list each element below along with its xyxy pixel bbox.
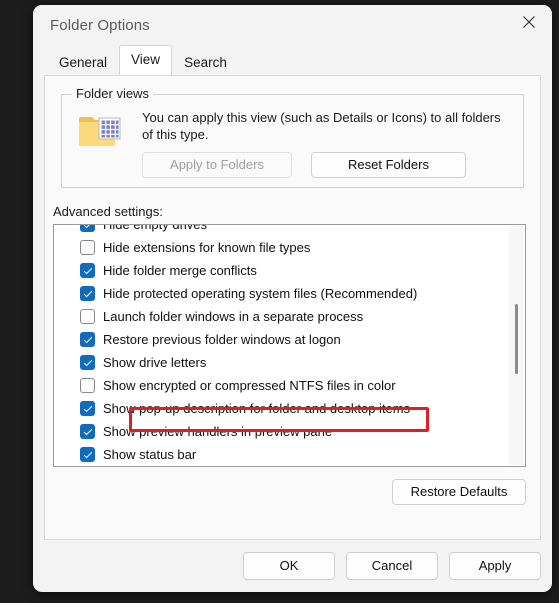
folder-views-legend: Folder views: [72, 86, 153, 101]
list-item-label: Show status bar: [103, 447, 197, 462]
list-item-label: Show encrypted or compressed NTFS files …: [103, 378, 396, 393]
ok-button[interactable]: OK: [243, 552, 335, 580]
tab-view[interactable]: View: [119, 45, 173, 75]
folder-views-description: You can apply this view (such as Details…: [142, 110, 501, 142]
checkbox-checked-icon[interactable]: [80, 286, 95, 301]
checkbox-checked-icon[interactable]: [80, 401, 95, 416]
close-icon[interactable]: [506, 5, 552, 38]
checkbox-checked-icon[interactable]: [80, 447, 95, 462]
folder-views-buttons: Apply to Folders Reset Folders: [142, 152, 511, 178]
list-item[interactable]: Hide extensions for known file types: [54, 236, 525, 259]
footer-buttons: OK Cancel Apply: [243, 552, 541, 580]
advanced-settings-list[interactable]: Hide empty drives Hide extensions for kn…: [53, 224, 526, 467]
list-item[interactable]: Show status bar: [54, 443, 525, 466]
list-item[interactable]: Hide protected operating system files (R…: [54, 282, 525, 305]
advanced-settings-label: Advanced settings:: [53, 204, 163, 219]
list-item[interactable]: Show pop-up description for folder and d…: [54, 397, 525, 420]
folder-views-group: Folder views You can apply this view (su…: [61, 86, 524, 188]
list-item[interactable]: Hide empty drives: [54, 224, 525, 236]
list-item[interactable]: Show encrypted or compressed NTFS files …: [54, 374, 525, 397]
checkbox-checked-icon[interactable]: [80, 263, 95, 278]
title-bar: Folder Options: [33, 5, 552, 49]
restore-defaults-button[interactable]: Restore Defaults: [392, 479, 526, 505]
checkbox-unchecked-icon[interactable]: [80, 240, 95, 255]
folder-with-views-icon: [77, 113, 123, 151]
list-item-label: Show drive letters: [103, 355, 207, 370]
apply-button[interactable]: Apply: [449, 552, 541, 580]
tab-general[interactable]: General: [47, 50, 119, 76]
list-item-label: Hide extensions for known file types: [103, 240, 311, 255]
list-item-label: Show pop-up description for folder and d…: [103, 401, 411, 416]
apply-to-folders-button[interactable]: Apply to Folders: [142, 152, 292, 178]
list-item[interactable]: Show sync provider notifications: [54, 466, 525, 467]
advanced-settings-list-inner: Hide empty drives Hide extensions for kn…: [54, 224, 525, 467]
list-item[interactable]: Show drive letters: [54, 351, 525, 374]
list-item[interactable]: Launch folder windows in a separate proc…: [54, 305, 525, 328]
tab-strip: General View Search: [33, 45, 552, 76]
list-item-label: Launch folder windows in a separate proc…: [103, 309, 364, 324]
checkbox-checked-icon[interactable]: [80, 355, 95, 370]
list-item-label: Show preview handlers in preview pane: [103, 424, 333, 439]
checkbox-unchecked-icon[interactable]: [80, 378, 95, 393]
folder-options-dialog: Folder Options General View Search Folde…: [33, 5, 552, 592]
dialog-footer: OK Cancel Apply: [33, 540, 552, 592]
checkbox-checked-icon[interactable]: [80, 332, 95, 347]
view-tab-panel: Folder views You can apply this view (su…: [44, 75, 541, 540]
list-item-restore-previous-folder-windows[interactable]: Restore previous folder windows at logon: [54, 328, 525, 351]
reset-folders-button[interactable]: Reset Folders: [311, 152, 466, 178]
window-title: Folder Options: [50, 17, 150, 34]
tab-search[interactable]: Search: [172, 50, 239, 76]
list-item-label: Restore previous folder windows at logon: [103, 332, 341, 347]
list-item-label: Hide empty drives: [103, 224, 208, 232]
checkbox-checked-icon[interactable]: [80, 424, 95, 439]
list-item[interactable]: Show preview handlers in preview pane: [54, 420, 525, 443]
scrollbar-thumb[interactable]: [515, 304, 518, 374]
list-item-label: Hide protected operating system files (R…: [103, 286, 418, 301]
list-item[interactable]: Hide folder merge conflicts: [54, 259, 525, 282]
checkbox-unchecked-icon[interactable]: [80, 309, 95, 324]
list-item-label: Hide folder merge conflicts: [103, 263, 257, 278]
cancel-button[interactable]: Cancel: [346, 552, 438, 580]
list-scrollbar[interactable]: [509, 226, 524, 465]
checkbox-checked-icon[interactable]: [80, 225, 95, 232]
